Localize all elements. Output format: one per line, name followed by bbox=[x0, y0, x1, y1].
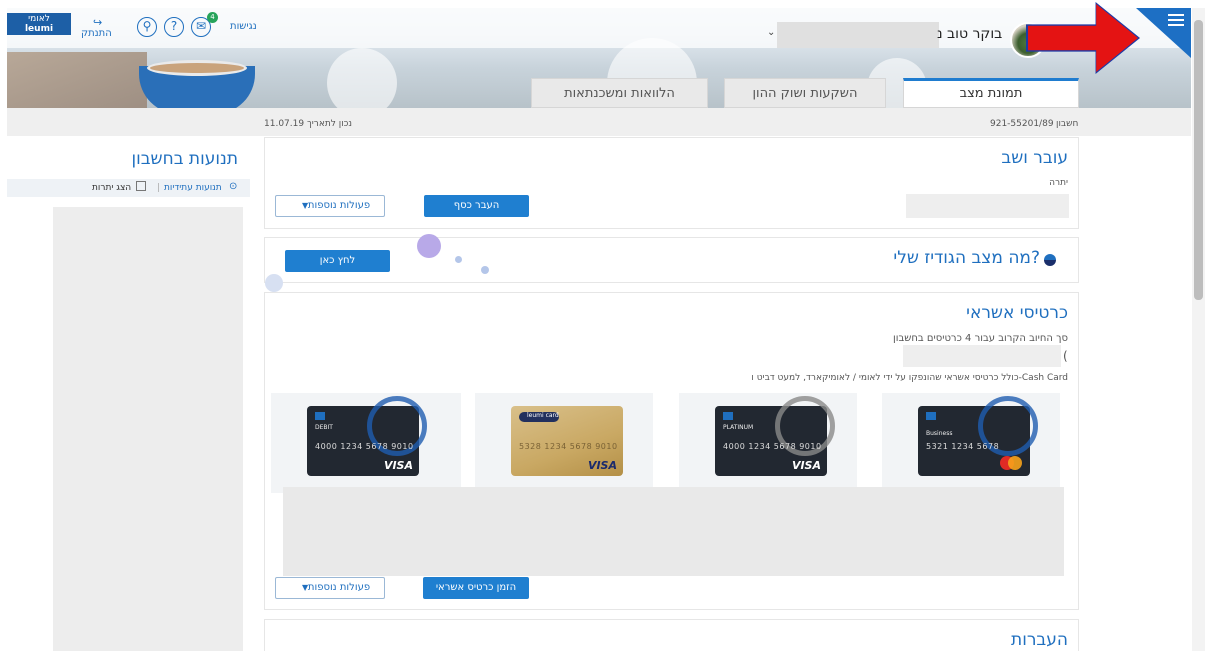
accessibility-link[interactable]: נגישות bbox=[230, 21, 257, 32]
visa-logo: VISA bbox=[383, 459, 413, 472]
checking-title: עובר ושב bbox=[1001, 148, 1068, 168]
visa-logo: VISA bbox=[587, 459, 617, 472]
credit-cards-title: כרטיסי אשראי bbox=[966, 303, 1068, 323]
cards-more-actions-button[interactable]: ▼ פעולות נוספות bbox=[275, 577, 385, 599]
credit-card-business[interactable]: 5321 1234 5678 Business bbox=[918, 396, 1038, 476]
card-brand-icon bbox=[926, 412, 936, 420]
credit-card-tile[interactable]: 5321 1234 5678 Business bbox=[882, 393, 1060, 493]
future-transactions-option[interactable]: תנועות עתידיות bbox=[164, 183, 222, 193]
leumi-logo[interactable]: לאומי leumi bbox=[7, 13, 71, 35]
mastercard-icon bbox=[1000, 456, 1022, 470]
table-image bbox=[7, 52, 147, 108]
card-label: Business bbox=[926, 430, 953, 437]
search-icon[interactable]: ⚲ bbox=[137, 17, 157, 37]
checking-more-actions-button[interactable]: ▼ פעולות נוספות bbox=[275, 195, 385, 217]
card-brand-icon bbox=[723, 412, 733, 420]
bubble-decoration bbox=[455, 256, 462, 263]
greeting-text: בוקר טוב נ bbox=[937, 26, 1003, 42]
credit-card-debit[interactable]: DEBIT 4000 1234 5678 9010 VISA bbox=[307, 396, 427, 476]
credit-card-tile[interactable]: DEBIT 4000 1234 5678 9010 VISA bbox=[271, 393, 461, 493]
tab-snapshot[interactable]: תמונת מצב bbox=[903, 78, 1079, 108]
transactions-chart-area bbox=[53, 207, 243, 651]
balance-redacted bbox=[906, 194, 1069, 218]
hamburger-menu-icon[interactable] bbox=[1168, 14, 1184, 26]
logout-link[interactable]: התנתק bbox=[81, 28, 112, 39]
credit-card-tile[interactable]: leumi card 5328 1234 5678 9010 VISA bbox=[475, 393, 653, 493]
next-charge-label: סך החיוב הקרוב עבור 4 כרטיסים בחשבון bbox=[893, 333, 1068, 344]
coffee-cup-image bbox=[139, 60, 255, 108]
transactions-options: ⊙ תנועות עתידיות | הצג יתרות bbox=[7, 179, 250, 197]
chevron-down-icon: ▼ bbox=[302, 583, 309, 592]
savings-card: מה מצב הגודיז שלי? לחץ כאן bbox=[264, 234, 1079, 292]
click-here-button[interactable]: לחץ כאן bbox=[285, 250, 390, 272]
credit-card-leumi-gold[interactable]: leumi card 5328 1234 5678 9010 VISA bbox=[511, 406, 623, 476]
help-icon[interactable]: ? bbox=[164, 17, 184, 37]
globe-icon bbox=[1044, 254, 1056, 266]
card-label: DEBIT bbox=[315, 424, 333, 431]
radio-icon[interactable]: ⊙ bbox=[229, 181, 237, 192]
card-brand-icon bbox=[315, 412, 325, 420]
card-label: leumi card bbox=[527, 412, 559, 419]
transfers-title: העברות bbox=[1011, 630, 1068, 650]
tab-investments[interactable]: השקעות ושוק ההון bbox=[724, 78, 886, 108]
cards-note: כולל כרטיסי אשראי שהונפקו על ידי לאומי /… bbox=[751, 373, 1068, 383]
bokeh-decoration bbox=[327, 48, 397, 108]
transfer-money-button[interactable]: העבר כסף bbox=[424, 195, 529, 217]
transactions-title: תנועות בחשבון bbox=[131, 149, 238, 169]
scrollbar-thumb[interactable] bbox=[1194, 20, 1203, 300]
transactions-panel: תנועות בחשבון ⊙ תנועות עתידיות | הצג יתר… bbox=[7, 137, 250, 651]
savings-title: מה מצב הגודיז שלי? bbox=[893, 248, 1040, 268]
user-name-redacted bbox=[777, 22, 939, 48]
order-credit-card-button[interactable]: הזמן כרטיס אשראי bbox=[423, 577, 529, 599]
balance-label: יתרה bbox=[1049, 178, 1068, 188]
card-number: 4000 1234 5678 9010 bbox=[723, 442, 822, 451]
bubble-decoration bbox=[481, 266, 489, 274]
account-label: חשבון bbox=[1056, 119, 1079, 129]
tab-loans[interactable]: הלוואות ומשכנתאות bbox=[531, 78, 708, 108]
credit-card-tile[interactable]: PLATINUM 4000 1234 5678 9010 VISA bbox=[679, 393, 857, 493]
app-root: לאומי leumi ↪ התנתק ⚲ ? ✉ 4 נגישות ⌄ בוק… bbox=[0, 0, 1205, 651]
card-number: 5328 1234 5678 9010 bbox=[519, 442, 618, 451]
chevron-down-icon[interactable]: ⌄ bbox=[767, 27, 775, 38]
checking-card: עובר ושב יתרה העבר כסף ▼ פעולות נוספות bbox=[264, 137, 1079, 229]
show-balances-checkbox[interactable] bbox=[136, 181, 146, 191]
card-label: PLATINUM bbox=[723, 424, 754, 431]
show-balances-label: הצג יתרות bbox=[92, 183, 132, 193]
bubble-decoration bbox=[265, 274, 283, 292]
charge-redacted bbox=[903, 345, 1061, 367]
card-number: 5321 1234 5678 bbox=[926, 442, 1000, 451]
paren: ( bbox=[1063, 349, 1068, 363]
chevron-down-icon: ▼ bbox=[302, 201, 309, 210]
account-number[interactable]: 921-55201/89 bbox=[990, 119, 1054, 129]
as-of-date: נכון לתאריך 11.07.19 bbox=[264, 119, 353, 129]
cards-details-redacted bbox=[283, 487, 1064, 576]
divider: | bbox=[157, 183, 161, 193]
card-number: 4000 1234 5678 9010 bbox=[315, 442, 414, 451]
bubble-decoration bbox=[417, 234, 441, 258]
messages-badge: 4 bbox=[207, 12, 218, 23]
visa-logo: VISA bbox=[791, 459, 821, 472]
transfers-card: העברות bbox=[264, 619, 1079, 651]
credit-card-platinum[interactable]: PLATINUM 4000 1234 5678 9010 VISA bbox=[715, 396, 835, 476]
